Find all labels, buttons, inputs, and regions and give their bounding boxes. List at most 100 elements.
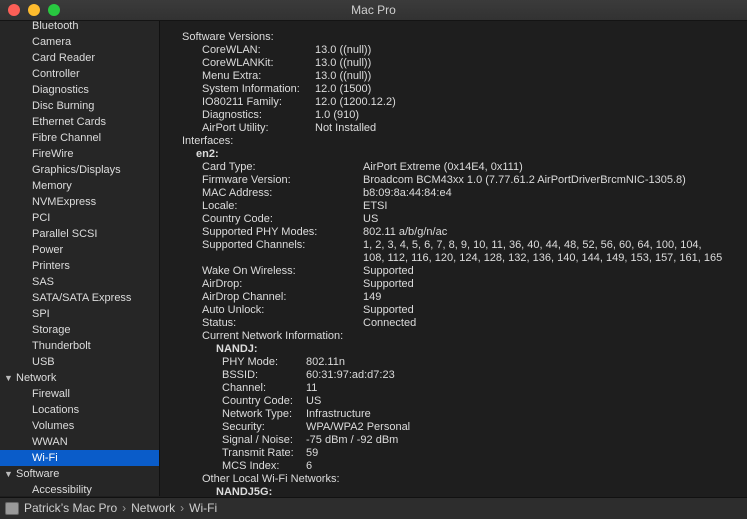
info-key: AirDrop Channel:: [202, 291, 287, 303]
sidebar-item-accessibility[interactable]: Accessibility: [0, 482, 159, 496]
sidebar-item-diagnostics[interactable]: Diagnostics: [0, 82, 159, 98]
sidebar-item-wwan[interactable]: WWAN: [0, 434, 159, 450]
sidebar-item-label: Network: [16, 372, 57, 384]
info-key: Auto Unlock:: [202, 304, 265, 316]
sidebar-item-pci[interactable]: PCI: [0, 210, 159, 226]
sidebar-item-label: Parallel SCSI: [32, 228, 98, 240]
info-key: MAC Address:: [202, 187, 273, 199]
sidebar-item-label: Card Reader: [32, 52, 95, 64]
info-value: 1, 2, 3, 4, 5, 6, 7, 8, 9, 10, 11, 36, 4…: [363, 239, 702, 251]
info-value: 108, 112, 116, 120, 124, 128, 132, 136, …: [363, 252, 723, 264]
info-value: WPA/WPA2 Personal: [306, 421, 411, 433]
info-value: 802.11n: [306, 356, 345, 368]
info-key: Wake On Wireless:: [202, 265, 296, 277]
sidebar-item-label: SAS: [32, 276, 55, 288]
sidebar-item-ethernet-cards[interactable]: Ethernet Cards: [0, 114, 159, 130]
sidebar-item-label: Controller: [32, 68, 80, 80]
sidebar[interactable]: Bluetooth Camera Card Reader Controller Diag…: [0, 21, 160, 496]
sidebar-item-usb[interactable]: USB: [0, 354, 159, 370]
sidebar-group-software[interactable]: ▼ Software: [0, 466, 159, 482]
sidebar-item-label: USB: [32, 356, 55, 368]
info-key: Locale:: [202, 200, 238, 212]
info-value: b8:09:8a:44:84:e4: [363, 187, 452, 199]
sidebar-item-label: Bluetooth: [32, 21, 79, 32]
info-value: Not Installed: [315, 122, 377, 134]
info-key: Firmware Version:: [202, 174, 291, 186]
info-key: Transmit Rate:: [222, 447, 294, 459]
sidebar-item-card-reader[interactable]: Card Reader: [0, 50, 159, 66]
info-value: 6: [306, 460, 313, 472]
info-value: Infrastructure: [306, 408, 371, 420]
sidebar-item-printers[interactable]: Printers: [0, 258, 159, 274]
info-value: 60:31:97:ad:d7:23: [306, 369, 395, 381]
info-value: 13.0 ((null)): [315, 70, 372, 82]
info-key: Current Network Information:: [202, 330, 344, 342]
info-value: Broadcom BCM43xx 1.0 (7.77.61.2 AirPortD…: [363, 174, 686, 186]
sidebar-item-label: Thunderbolt: [32, 340, 91, 352]
sidebar-item-firewall[interactable]: Firewall: [0, 386, 159, 402]
info-key: Network Type:: [222, 408, 293, 420]
info-value: 1.0 (910): [315, 109, 360, 121]
sidebar-item-memory[interactable]: Memory: [0, 178, 159, 194]
sidebar-item-camera[interactable]: Camera: [0, 34, 159, 50]
breadcrumb-separator: ›: [122, 501, 127, 515]
info-value: AirPort Extreme (0x14E4, 0x111): [363, 161, 523, 173]
info-value: 149: [363, 291, 382, 303]
sidebar-item-label: Wi-Fi: [32, 452, 58, 464]
sidebar-item-controller[interactable]: Controller: [0, 66, 159, 82]
sidebar-item-label: SATA/SATA Express: [32, 292, 132, 304]
sidebar-item-label: PCI: [32, 212, 51, 224]
breadcrumb-separator: ›: [180, 501, 185, 515]
sidebar-item-sata-sata-express[interactable]: SATA/SATA Express: [0, 290, 159, 306]
info-value: Connected: [363, 317, 417, 329]
disclosure-triangle-icon[interactable]: ▼: [4, 466, 13, 482]
info-key: Card Type:: [202, 161, 256, 173]
sidebar-item-locations[interactable]: Locations: [0, 402, 159, 418]
sidebar-item-fibre-channel[interactable]: Fibre Channel: [0, 130, 159, 146]
sidebar-item-label: Software: [16, 468, 60, 480]
sidebar-item-spi[interactable]: SPI: [0, 306, 159, 322]
breadcrumb-network[interactable]: Network: [131, 501, 175, 515]
sidebar-item-wi-fi[interactable]: Wi-Fi: [0, 450, 159, 466]
sidebar-item-label: Volumes: [32, 420, 75, 432]
breadcrumb-wifi[interactable]: Wi-Fi: [189, 501, 217, 515]
sidebar-item-bluetooth[interactable]: Bluetooth: [0, 21, 159, 34]
sidebar-item-thunderbolt[interactable]: Thunderbolt: [0, 338, 159, 354]
sidebar-item-sas[interactable]: SAS: [0, 274, 159, 290]
sidebar-item-label: Locations: [32, 404, 80, 416]
info-key: AirDrop:: [202, 278, 243, 290]
sidebar-item-storage[interactable]: Storage: [0, 322, 159, 338]
sidebar-item-label: Camera: [32, 36, 72, 48]
info-key: Country Code:: [202, 213, 273, 225]
sidebar-item-nvmexpress[interactable]: NVMExpress: [0, 194, 159, 210]
sidebar-item-label: Printers: [32, 260, 70, 272]
info-key: CoreWLAN:: [202, 44, 261, 56]
sidebar-group-network[interactable]: ▼ Network: [0, 370, 159, 386]
sidebar-item-graphics-displays[interactable]: Graphics/Displays: [0, 162, 159, 178]
info-value: US: [363, 213, 379, 225]
sidebar-item-disc-burning[interactable]: Disc Burning: [0, 98, 159, 114]
info-key: Menu Extra:: [202, 70, 262, 82]
sidebar-item-firewire[interactable]: FireWire: [0, 146, 159, 162]
info-key: NANDJ:: [216, 343, 258, 355]
sidebar-item-label: Ethernet Cards: [32, 116, 106, 128]
disclosure-triangle-icon[interactable]: ▼: [4, 370, 13, 386]
info-key: Supported PHY Modes:: [202, 226, 318, 238]
computer-icon: [5, 502, 19, 515]
title-bar: Mac Pro: [0, 0, 747, 21]
sidebar-item-label: Graphics/Displays: [32, 164, 121, 176]
info-key: en2:: [196, 148, 219, 160]
info-key: PHY Mode:: [222, 356, 279, 368]
info-value: 59: [306, 447, 319, 459]
sidebar-item-label: WWAN: [32, 436, 68, 448]
info-key: Channel:: [222, 382, 267, 394]
info-value: 11: [306, 382, 318, 394]
sidebar-item-label: FireWire: [32, 148, 74, 160]
breadcrumb-computer[interactable]: Patrick’s Mac Pro: [24, 501, 117, 515]
sidebar-item-volumes[interactable]: Volumes: [0, 418, 159, 434]
sidebar-item-label: NVMExpress: [32, 196, 97, 208]
sidebar-item-label: SPI: [32, 308, 50, 320]
sidebar-item-label: Accessibility: [32, 484, 92, 496]
sidebar-item-parallel-scsi[interactable]: Parallel SCSI: [0, 226, 159, 242]
sidebar-item-power[interactable]: Power: [0, 242, 159, 258]
